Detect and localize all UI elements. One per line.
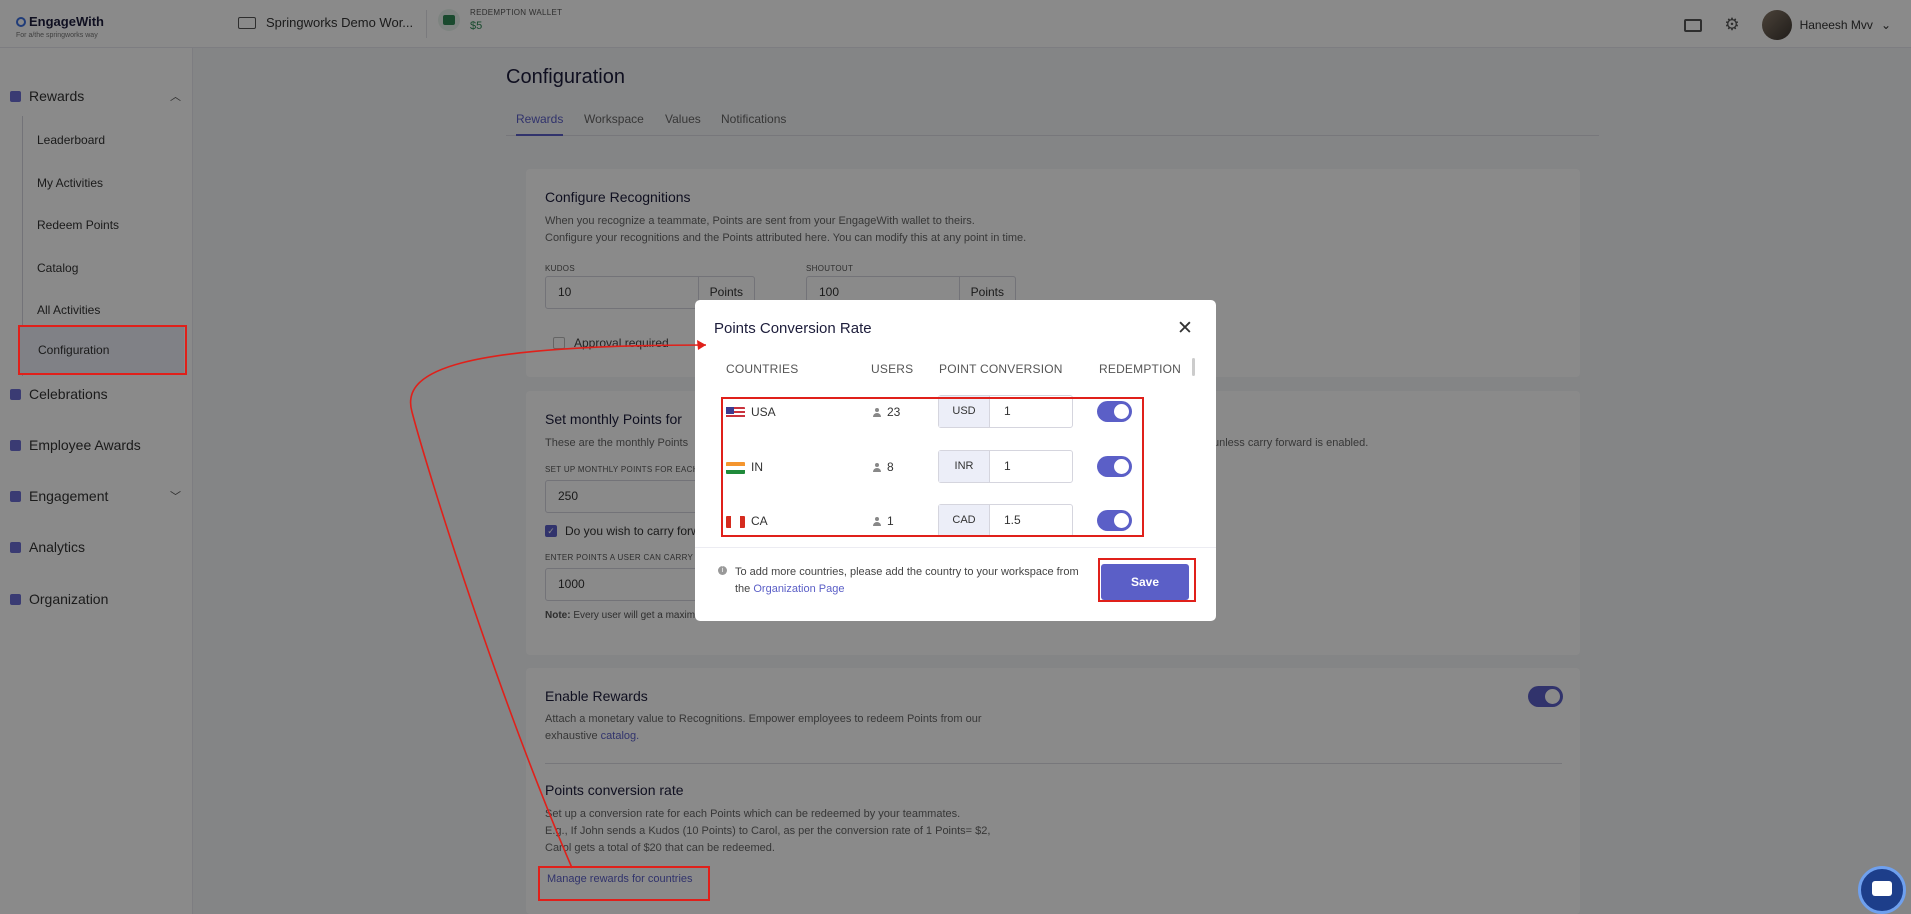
scrollbar[interactable] — [1192, 358, 1195, 376]
column-countries: COUNTRIES — [726, 362, 799, 376]
annotation-box-country-rows — [721, 397, 1144, 537]
column-redemption: REDEMPTION — [1099, 362, 1182, 376]
footer-text: To add more countries, please add the co… — [735, 564, 1085, 598]
chat-icon — [1872, 881, 1892, 896]
annotation-box-save — [1098, 558, 1196, 602]
close-icon[interactable]: ✕ — [1177, 319, 1193, 338]
column-users: USERS — [871, 362, 914, 376]
annotation-box-manage-link — [538, 866, 710, 901]
organization-page-link[interactable]: Organization Page — [753, 583, 844, 595]
info-icon: i — [718, 566, 727, 575]
annotation-box-configuration — [18, 325, 187, 375]
modal-title: Points Conversion Rate — [714, 320, 872, 337]
chat-widget[interactable] — [1858, 866, 1906, 914]
column-point-conversion: POINT CONVERSION — [939, 362, 1063, 376]
